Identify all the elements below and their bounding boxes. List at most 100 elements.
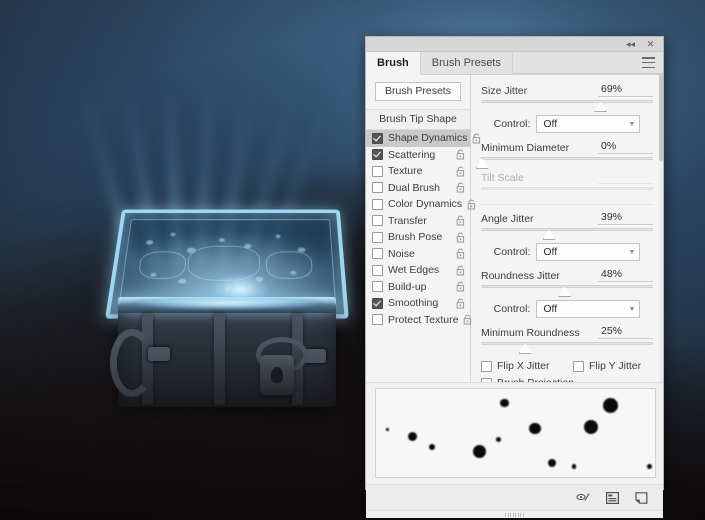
dynamics-checkbox[interactable]: [372, 314, 383, 326]
size-control-value: Off: [543, 118, 558, 130]
brush-projection-checkbox[interactable]: Brush Projection: [481, 377, 653, 382]
dynamics-checkbox[interactable]: [372, 231, 383, 243]
dynamics-checkbox[interactable]: [372, 264, 383, 276]
minimum-roundness-label: Minimum Roundness: [481, 327, 580, 339]
lock-icon[interactable]: [456, 166, 465, 177]
minimum-roundness-value[interactable]: 25%: [598, 325, 653, 339]
panel-resize-grip[interactable]: [366, 510, 663, 518]
size-jitter-value[interactable]: 69%: [598, 83, 653, 97]
size-jitter-label: Size Jitter: [481, 85, 528, 97]
brush-toggle-icon[interactable]: [576, 490, 591, 505]
dynamics-item-build-up[interactable]: Build-up: [366, 279, 470, 296]
dynamics-item-smoothing[interactable]: Smoothing: [366, 295, 470, 312]
delete-brush-icon[interactable]: [634, 490, 649, 505]
lock-icon[interactable]: [456, 281, 465, 292]
lock-icon[interactable]: [456, 149, 465, 160]
flip-jitter-row: Flip X Jitter Flip Y Jitter: [481, 360, 653, 372]
divider-1: [481, 204, 653, 205]
tilt-scale-slider: [481, 186, 653, 198]
angle-control-row: Control: Off ▼: [481, 243, 653, 261]
size-jitter-row: Size Jitter 69%: [481, 83, 653, 97]
dynamics-item-protect-texture[interactable]: Protect Texture: [366, 312, 472, 329]
preview-dot: [428, 443, 435, 451]
lock-icon[interactable]: [456, 215, 465, 226]
dynamics-item-texture[interactable]: Texture: [366, 163, 470, 180]
preview-dot: [385, 428, 389, 431]
new-preset-icon[interactable]: [605, 490, 620, 505]
lock-icon[interactable]: [456, 182, 465, 193]
roundness-control-select[interactable]: Off ▼: [536, 300, 641, 318]
preview-dot: [647, 464, 652, 469]
angle-jitter-slider[interactable]: [481, 227, 653, 240]
preview-dot: [499, 398, 509, 408]
angle-jitter-label: Angle Jitter: [481, 213, 534, 225]
panel-scrollbar[interactable]: [659, 75, 663, 382]
dynamics-item-label: Brush Pose: [388, 231, 443, 244]
dynamics-checkbox[interactable]: [372, 182, 383, 194]
dynamics-checkbox[interactable]: [372, 281, 383, 293]
dynamics-checkbox[interactable]: [372, 165, 383, 177]
roundness-jitter-value[interactable]: 48%: [598, 268, 653, 282]
dynamics-checkbox[interactable]: [372, 248, 383, 260]
flip-y-checkbox-box: [573, 360, 584, 372]
collapse-double-arrow-icon[interactable]: ◂◂: [625, 39, 636, 50]
dynamics-item-dual-brush[interactable]: Dual Brush: [366, 180, 470, 197]
roundness-jitter-row: Roundness Jitter 48%: [481, 268, 653, 282]
size-jitter-slider[interactable]: [481, 99, 653, 112]
size-control-select[interactable]: Off ▼: [536, 115, 641, 133]
dynamics-checkbox[interactable]: [372, 215, 383, 227]
dynamics-checkbox[interactable]: [372, 132, 383, 144]
angle-jitter-track: [481, 228, 653, 231]
flip-x-jitter-label: Flip X Jitter: [497, 360, 550, 372]
minimum-roundness-row: Minimum Roundness 25%: [481, 325, 653, 339]
minimum-diameter-slider[interactable]: [475, 156, 653, 169]
preview-dot: [529, 423, 541, 435]
flip-y-jitter-checkbox[interactable]: Flip Y Jitter: [573, 360, 641, 372]
lock-icon[interactable]: [456, 298, 465, 309]
dynamics-item-label: Smoothing: [388, 297, 439, 310]
flip-y-jitter-label: Flip Y Jitter: [589, 360, 642, 372]
dynamics-checkbox[interactable]: [372, 198, 383, 210]
angle-control-label: Control:: [493, 246, 531, 258]
angle-control-value: Off: [543, 246, 558, 258]
lock-icon[interactable]: [456, 232, 465, 243]
dynamics-list: Shape Dynamics Scattering Texture Dual Brus…: [366, 130, 481, 382]
angle-jitter-row: Angle Jitter 39%: [481, 211, 653, 225]
dynamics-checkbox[interactable]: [372, 149, 383, 161]
panel-scrollbar-thumb[interactable]: [659, 75, 663, 161]
brush-presets-button[interactable]: Brush Presets: [375, 82, 461, 101]
brush-tip-shape-item[interactable]: Brush Tip Shape: [366, 109, 470, 130]
lock-icon[interactable]: [456, 265, 465, 276]
dynamics-item-shape-dynamics[interactable]: Shape Dynamics: [366, 130, 481, 147]
chevron-down-icon: ▼: [628, 120, 636, 128]
dynamics-item-wet-edges[interactable]: Wet Edges: [366, 262, 470, 279]
flip-x-checkbox-box: [481, 360, 492, 372]
angle-jitter-value[interactable]: 39%: [598, 211, 653, 225]
tilt-scale-value: [598, 182, 653, 184]
roundness-control-row: Control: Off ▼: [481, 300, 653, 318]
panel-titlebar: ◂◂ ✕: [366, 37, 663, 52]
angle-control-select[interactable]: Off ▼: [536, 243, 641, 261]
dynamics-item-label: Texture: [388, 165, 423, 178]
dynamics-item-transfer[interactable]: Transfer: [366, 213, 470, 230]
dynamics-checkbox[interactable]: [372, 297, 383, 309]
dynamics-item-label: Build-up: [388, 280, 427, 293]
roundness-jitter-slider[interactable]: [481, 284, 653, 297]
minimum-roundness-slider[interactable]: [481, 341, 653, 354]
dynamics-item-noise[interactable]: Noise: [366, 246, 470, 263]
minimum-diameter-value[interactable]: 0%: [598, 140, 653, 154]
roundness-control-label: Control:: [493, 303, 531, 315]
close-icon[interactable]: ✕: [645, 39, 656, 50]
lock-icon[interactable]: [456, 248, 465, 259]
preview-dot: [602, 398, 618, 414]
panel-menu-icon[interactable]: [642, 57, 655, 68]
brush-panel: ◂◂ ✕ Brush Brush Presets Brush Presets B…: [365, 36, 664, 518]
flip-x-jitter-checkbox[interactable]: Flip X Jitter: [481, 360, 573, 372]
dynamics-item-brush-pose[interactable]: Brush Pose: [366, 229, 470, 246]
brush-stroke-preview: [375, 388, 656, 478]
tab-brush[interactable]: Brush: [366, 52, 421, 75]
tab-brush-presets[interactable]: Brush Presets: [421, 52, 513, 74]
dynamics-item-scattering[interactable]: Scattering: [366, 147, 470, 164]
dynamics-item-color-dynamics[interactable]: Color Dynamics: [366, 196, 476, 213]
preview-dot: [583, 419, 598, 434]
